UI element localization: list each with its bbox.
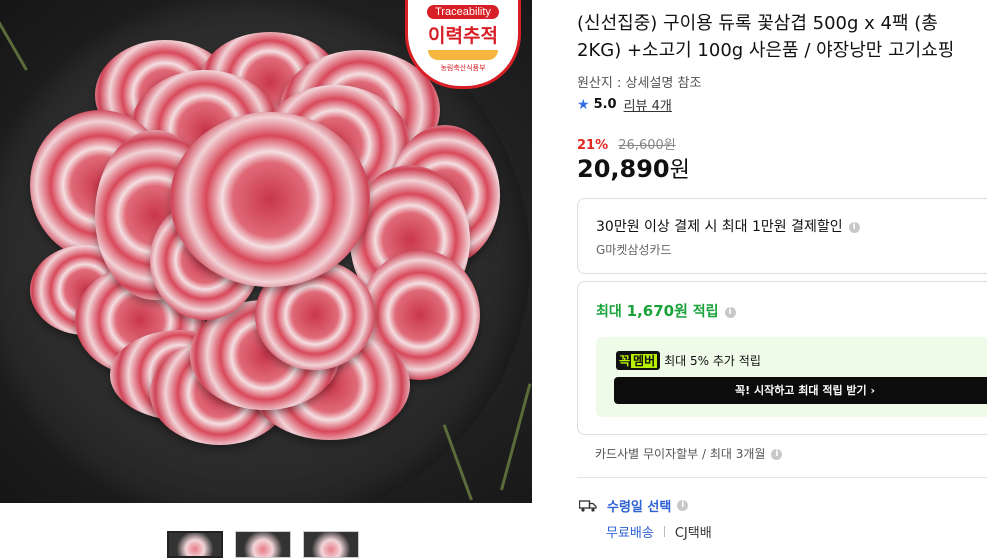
points-headline: 최대 1,670원 적립 i [596, 300, 736, 321]
card-discount-box[interactable]: 30만원 이상 결제 시 최대 1만원 결제할인 i G마켓삼성카드 [577, 198, 987, 274]
installment-text: 카드사별 무이자할부 / 최대 3개월 [595, 447, 766, 461]
badge-ribbon [428, 50, 498, 60]
product-title: (신선집중) 구이용 듀록 꽃삼겹 500g x 4팩 (총 2KG) +소고기… [577, 13, 955, 61]
points-prefix: 최대 [596, 304, 622, 320]
sale-price-number: 20,890 [577, 155, 670, 183]
points-amount: 1,670원 [626, 302, 688, 320]
free-shipping: 무료배송 [606, 526, 654, 541]
info-icon[interactable]: i [724, 306, 736, 318]
discount-rate: 21% [577, 138, 609, 153]
carrier-name: CJ택배 [674, 526, 712, 541]
thumbnail-2[interactable] [235, 531, 291, 558]
shipping-row: 무료배송 CJ택배 [606, 522, 712, 541]
membership-row: 꼭 멤버 최대 5% 추가 적립 [616, 351, 761, 370]
membership-logo-b: 멤버 [631, 354, 658, 368]
reviews-link[interactable]: 리뷰 4개 [624, 95, 672, 114]
points-suffix: 적립 [692, 304, 719, 320]
origin-text: 원산지 : 상세설명 참조 [577, 76, 702, 91]
card-discount-text: 30만원 이상 결제 시 최대 1만원 결제할인 [596, 219, 843, 235]
herb-decoration [0, 8, 28, 71]
meat-slice [170, 112, 370, 287]
original-price: 26,600원 [618, 138, 676, 153]
membership-cta-button[interactable]: 꼭! 시작하고 최대 적립 받기 › [614, 377, 987, 404]
thumbnail-3[interactable] [303, 531, 359, 558]
card-discount-title: 30만원 이상 결제 시 최대 1만원 결제할인 i [596, 216, 860, 236]
membership-logo-a: 꼭 [619, 354, 631, 368]
sale-price-unit: 원 [669, 158, 690, 183]
membership-box: 꼭 멤버 최대 5% 추가 적립 꼭! 시작하고 최대 적립 받기 › [596, 337, 987, 417]
thumbnail-1[interactable] [167, 531, 223, 558]
herb-decoration [500, 383, 532, 491]
sale-price: 20,890원 [577, 152, 690, 184]
discount-row: 21% 26,600원 [577, 134, 676, 153]
badge-main-label: 이력추적 [428, 25, 498, 47]
card-name: G마켓삼성카드 [596, 243, 672, 257]
points-box: 최대 1,670원 적립 i 꼭 멤버 최대 5% 추가 적립 꼭! 시작하고 최대… [577, 281, 987, 435]
membership-logo: 꼭 멤버 [616, 351, 661, 370]
rating: ★ 5.0 리뷰 4개 [577, 95, 672, 115]
info-icon[interactable]: i [771, 449, 783, 460]
delivery-date-select[interactable]: 수령일 선택 [607, 496, 671, 515]
info-icon[interactable]: i [848, 221, 860, 233]
badge-bottom-label: 농림축산식품부 [440, 64, 486, 72]
separator [663, 526, 665, 537]
product-main-image[interactable]: Traceability 이력추적 농림축산식품부 [0, 0, 532, 503]
membership-text: 최대 5% 추가 적립 [664, 354, 761, 368]
installment-row: 카드사별 무이자할부 / 최대 3개월 i [595, 445, 783, 462]
rating-score: 5.0 [593, 97, 617, 112]
delivery-date-row[interactable]: 수령일 선택 i [579, 496, 689, 515]
info-icon[interactable]: i [677, 500, 689, 511]
star-icon: ★ [577, 96, 590, 113]
badge-top-label: Traceability [427, 5, 499, 19]
divider [577, 477, 987, 478]
truck-icon [579, 499, 597, 512]
thumbnail-strip [167, 531, 359, 558]
